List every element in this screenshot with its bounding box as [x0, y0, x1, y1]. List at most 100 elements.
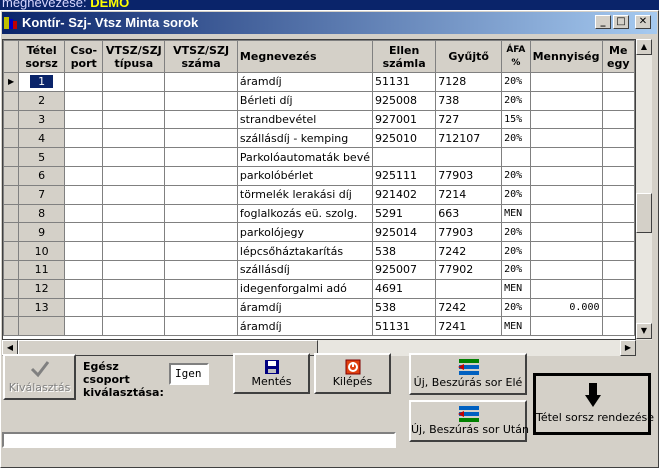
cell-mennyiseg[interactable]	[529, 222, 603, 243]
cell-tetel-sorsz[interactable]: 8	[18, 203, 66, 224]
cell-ellenszamla[interactable]: 538	[371, 241, 437, 261]
data-grid[interactable]: Tétel sorsz Cso-port VTSZ/SZJ típusa VTS…	[2, 39, 636, 340]
cell-megnevezes[interactable]: idegenforgalmi adó	[236, 278, 373, 299]
cell-megnevezes[interactable]: áramdíj	[236, 72, 373, 92]
cell-vtsz-szam[interactable]	[164, 90, 238, 111]
cell-gyujto[interactable]: 7128	[435, 72, 503, 92]
cell-afa[interactable]: 15%	[501, 109, 531, 130]
table-row[interactable]: 6 parkolóbérlet 925111 77903 20%	[3, 165, 635, 186]
cell-me-egy[interactable]	[601, 241, 635, 261]
cell-csoport[interactable]	[64, 184, 104, 205]
cell-ellenszamla[interactable]: 51131	[371, 316, 437, 337]
cell-csoport[interactable]	[64, 316, 104, 337]
cell-afa[interactable]: 20%	[501, 72, 531, 92]
cell-csoport[interactable]	[64, 222, 104, 243]
cell-me-egy[interactable]	[601, 222, 635, 243]
cell-afa[interactable]: 20%	[501, 128, 531, 149]
insert-before-button[interactable]: Új, Beszúrás sor Elé	[409, 353, 527, 395]
cell-vtsz-tipus[interactable]	[102, 278, 166, 299]
cell-vtsz-tipus[interactable]	[102, 259, 166, 280]
cell-me-egy[interactable]	[601, 72, 635, 92]
cell-afa[interactable]: 20%	[501, 259, 531, 280]
cell-mennyiseg[interactable]	[529, 184, 603, 205]
col-header-megnevezes[interactable]: Megnevezés	[236, 40, 373, 73]
cell-gyujto[interactable]: 663	[435, 203, 503, 224]
save-button[interactable]: Mentés	[233, 353, 310, 394]
cell-mennyiseg[interactable]	[529, 316, 603, 337]
cell-megnevezes[interactable]: lépcsőháztakarítás	[236, 241, 373, 261]
cell-vtsz-tipus[interactable]	[102, 297, 166, 318]
cell-megnevezes[interactable]: parkolóbérlet	[236, 165, 373, 186]
cell-mennyiseg[interactable]	[529, 147, 603, 167]
cell-mennyiseg[interactable]	[529, 278, 603, 299]
cell-csoport[interactable]	[64, 128, 104, 149]
cell-megnevezes[interactable]: foglalkozás eü. szolg.	[236, 203, 373, 224]
table-row[interactable]: 10 lépcsőháztakarítás 538 7242 20%	[3, 241, 635, 261]
cell-gyujto[interactable]: 712107	[435, 128, 503, 149]
cell-vtsz-szam[interactable]	[164, 316, 238, 337]
cell-me-egy[interactable]	[601, 109, 635, 130]
cell-gyujto[interactable]: 7242	[435, 297, 503, 318]
cell-csoport[interactable]	[64, 278, 104, 299]
cell-gyujto[interactable]: 7242	[435, 241, 503, 261]
cell-megnevezes[interactable]: szállásdíj - kemping	[236, 128, 373, 149]
cell-mennyiseg[interactable]	[529, 109, 603, 130]
table-row[interactable]: 9 parkolójegy 925014 77903 20%	[3, 222, 635, 243]
cell-megnevezes[interactable]: Parkolóautomaták bevé	[236, 147, 373, 167]
table-row[interactable]: 13 áramdíj 538 7242 20% 0.000	[3, 297, 635, 318]
sort-button[interactable]: Tétel sorsz rendezése	[533, 373, 654, 435]
cell-afa[interactable]: 20%	[501, 241, 531, 261]
cell-me-egy[interactable]	[601, 259, 635, 280]
cell-ellenszamla[interactable]: 927001	[371, 109, 437, 130]
scroll-up-button[interactable]: ▲	[636, 39, 652, 55]
table-row[interactable]: 5 Parkolóautomaták bevé	[3, 147, 635, 167]
cell-gyujto[interactable]: 727	[435, 109, 503, 130]
table-row[interactable]: 7 törmelék lerakási díj 921402 7214 20%	[3, 184, 635, 205]
table-row[interactable]: 8 foglalkozás eü. szolg. 5291 663 MEN	[3, 203, 635, 224]
table-row[interactable]: ▶ 1 áramdíj 51131 7128 20%	[3, 72, 635, 92]
cell-gyujto[interactable]: 77903	[435, 165, 503, 186]
cell-ellenszamla[interactable]: 921402	[371, 184, 437, 205]
cell-tetel-sorsz[interactable]: 6	[18, 165, 66, 186]
title-bar[interactable]: Kontír- Szj- Vtsz Minta sorok _ □ ✕	[2, 12, 657, 34]
cell-tetel-sorsz[interactable]: 1	[18, 72, 66, 92]
cell-csoport[interactable]	[64, 72, 104, 92]
cell-tetel-sorsz[interactable]: 13	[18, 297, 66, 318]
cell-tetel-sorsz[interactable]: 7	[18, 184, 66, 205]
cell-vtsz-szam[interactable]	[164, 203, 238, 224]
cell-mennyiseg[interactable]	[529, 203, 603, 224]
cell-tetel-sorsz[interactable]: 11	[18, 259, 66, 280]
cell-me-egy[interactable]	[601, 278, 635, 299]
table-row[interactable]: 11 szállásdíj 925007 77902 20%	[3, 259, 635, 280]
cell-me-egy[interactable]	[601, 297, 635, 318]
cell-vtsz-szam[interactable]	[164, 222, 238, 243]
cell-csoport[interactable]	[64, 259, 104, 280]
cell-me-egy[interactable]	[601, 128, 635, 149]
cell-mennyiseg[interactable]	[529, 165, 603, 186]
cell-ellenszamla[interactable]: 925010	[371, 128, 437, 149]
col-header-ellenszamla[interactable]: Ellen számla	[371, 40, 437, 73]
cell-ellenszamla[interactable]: 538	[371, 297, 437, 318]
table-row[interactable]: áramdíj 51131 7241 MEN	[3, 316, 635, 337]
exit-button[interactable]: Kilépés	[314, 353, 391, 394]
cell-gyujto[interactable]: 77902	[435, 259, 503, 280]
cell-me-egy[interactable]	[601, 316, 635, 337]
cell-afa[interactable]: 20%	[501, 184, 531, 205]
cell-me-egy[interactable]	[601, 203, 635, 224]
cell-ellenszamla[interactable]: 4691	[371, 278, 437, 299]
col-header-mennyiseg[interactable]: Mennyiség	[529, 40, 603, 73]
cell-csoport[interactable]	[64, 147, 104, 167]
cell-csoport[interactable]	[64, 241, 104, 261]
cell-csoport[interactable]	[64, 203, 104, 224]
cell-vtsz-tipus[interactable]	[102, 72, 166, 92]
cell-mennyiseg[interactable]	[529, 128, 603, 149]
cell-vtsz-szam[interactable]	[164, 259, 238, 280]
cell-afa[interactable]: MEN	[501, 278, 531, 299]
cell-mennyiseg[interactable]	[529, 90, 603, 111]
vertical-scrollbar[interactable]: ▲ ▼	[636, 39, 652, 340]
cell-gyujto[interactable]	[435, 278, 503, 299]
cell-vtsz-tipus[interactable]	[102, 316, 166, 337]
cell-me-egy[interactable]	[601, 147, 635, 167]
col-header-vtsz-tipus[interactable]: VTSZ/SZJ típusa	[102, 40, 166, 73]
cell-vtsz-tipus[interactable]	[102, 222, 166, 243]
